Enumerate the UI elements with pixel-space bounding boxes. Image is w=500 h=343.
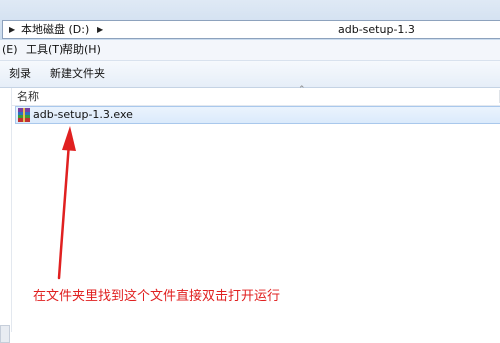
annotation-text: 在文件夹里找到这个文件直接双击打开运行 [33,289,281,304]
annotation-arrow [57,126,76,280]
